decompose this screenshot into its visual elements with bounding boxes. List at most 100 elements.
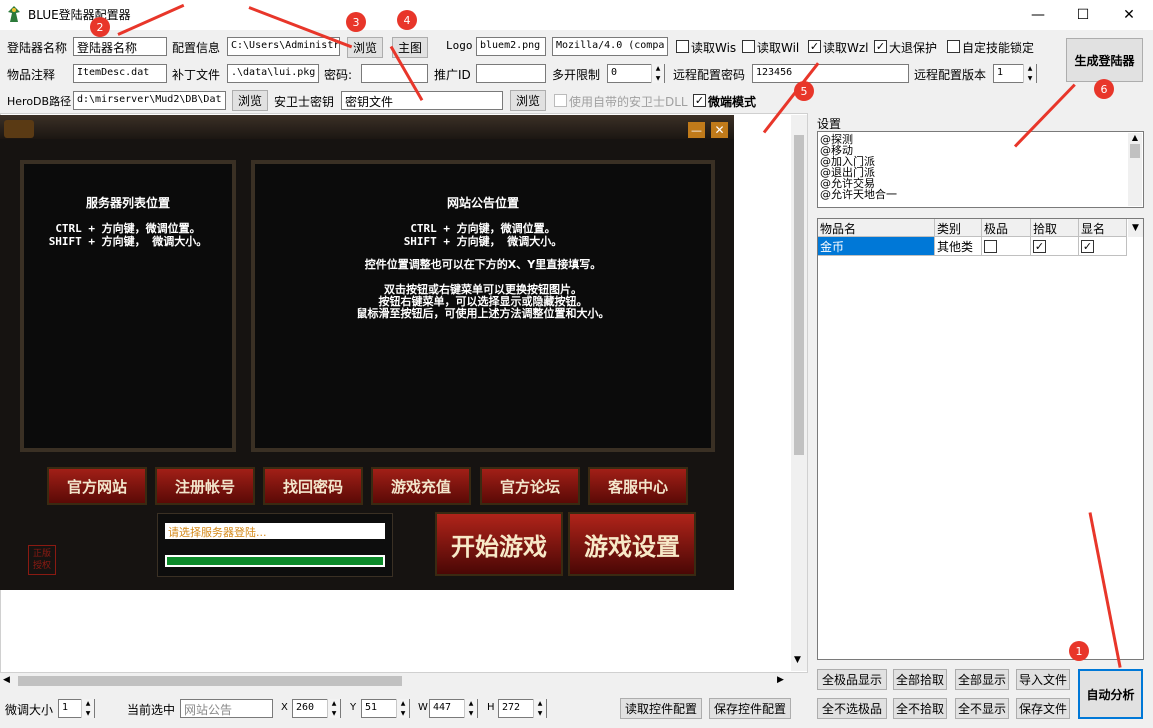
show-checkbox[interactable]: ✓ xyxy=(1081,240,1094,253)
maximize-button[interactable]: ☐ xyxy=(1060,0,1106,30)
annotation-marker-6: 6 xyxy=(1094,79,1114,99)
settings-scroll-thumb[interactable] xyxy=(1130,144,1140,158)
game-settings-button[interactable]: 游戏设置 xyxy=(568,512,696,576)
vertical-scrollbar[interactable]: ▼ xyxy=(791,115,807,671)
config-info-label: 配置信息 xyxy=(172,41,221,55)
grid-header-pickup[interactable]: 拾取 xyxy=(1031,219,1079,237)
config-browse-button[interactable]: 浏览 xyxy=(347,37,383,58)
read-wil-checkbox[interactable] xyxy=(742,40,755,53)
password-input[interactable] xyxy=(361,64,428,83)
import-file-button[interactable]: 导入文件 xyxy=(1016,669,1070,690)
grid-cell-item-name[interactable]: 金币 xyxy=(818,237,935,256)
save-config-button[interactable]: 保存控件配置 xyxy=(709,698,791,719)
big-exit-checkbox[interactable]: ✓ xyxy=(874,40,887,53)
grid-header-show[interactable]: 显名 xyxy=(1079,219,1127,237)
notice-panel[interactable]: 网站公告位置 CTRL + 方向键，微调位置。 SHIFT + 方向键， 微调大… xyxy=(251,160,715,452)
settings-scrollbar[interactable]: ▲ xyxy=(1128,133,1142,206)
remote-ver-label: 远程配置版本 xyxy=(914,68,987,82)
grid-cell-category[interactable]: 其他类 xyxy=(935,237,982,256)
annotation-marker-2: 2 xyxy=(90,17,110,37)
all-show-button[interactable]: 全部显示 xyxy=(955,669,1009,690)
auto-analyze-button[interactable]: 自动分析 xyxy=(1078,669,1143,719)
remote-pwd-input[interactable]: 123456 xyxy=(752,64,909,83)
recover-password-button[interactable]: 找回密码 xyxy=(263,467,363,505)
launcher-minimize-icon[interactable]: — xyxy=(688,122,705,138)
grid-header-rare[interactable]: 极品 xyxy=(982,219,1031,237)
scroll-down-icon[interactable]: ▼ xyxy=(794,655,801,665)
item-note-input[interactable]: ItemDesc.dat xyxy=(73,64,167,83)
promo-id-input[interactable] xyxy=(476,64,546,83)
grid-cell-show[interactable]: ✓ xyxy=(1079,237,1127,256)
logo-label: Logo xyxy=(446,39,473,52)
use-dll-checkbox[interactable] xyxy=(554,94,567,107)
official-site-button[interactable]: 官方网站 xyxy=(47,467,147,505)
rare-checkbox[interactable] xyxy=(984,240,997,253)
scroll-up-icon[interactable]: ▲ xyxy=(1128,133,1142,142)
read-config-button[interactable]: 读取控件配置 xyxy=(620,698,702,719)
guard-key-label: 安卫士密钥 xyxy=(274,95,335,109)
none-show-button[interactable]: 全不显示 xyxy=(955,698,1009,719)
all-rare-show-button[interactable]: 全极品显示 xyxy=(817,669,887,690)
grid-header-category[interactable]: 类别 xyxy=(935,219,982,237)
settings-list[interactable]: @探测 @移动 @加入门派 @退出门派 @允许交易 @允许天地合一 ▲ xyxy=(817,131,1144,208)
all-pickup-button[interactable]: 全部拾取 xyxy=(893,669,947,690)
notice-line6: 鼠标滑至按钮后，可使用上述方法调整位置和大小。 xyxy=(356,307,610,320)
minimize-button[interactable]: — xyxy=(1015,0,1061,30)
x-spinner[interactable]: ▲ ▼ xyxy=(327,699,340,718)
config-info-input[interactable]: C:\Users\Administr xyxy=(227,37,340,56)
scroll-left-icon[interactable]: ◀ xyxy=(3,675,10,685)
remote-ver-spinner[interactable]: ▲ ▼ xyxy=(1023,64,1036,83)
settings-item[interactable]: @允许天地合一 xyxy=(820,189,1141,200)
grid-header-name[interactable]: 物品名 xyxy=(818,219,935,237)
start-game-button[interactable]: 开始游戏 xyxy=(435,512,563,576)
annotation-marker-5: 5 xyxy=(794,81,814,101)
fine-tune-spinner[interactable]: ▲ ▼ xyxy=(81,699,94,718)
guard-key-input[interactable]: 密钥文件 xyxy=(341,91,503,110)
register-button[interactable]: 注册帐号 xyxy=(155,467,255,505)
generate-launcher-button[interactable]: 生成登陆器 xyxy=(1066,38,1143,82)
big-exit-label: 大退保护 xyxy=(889,41,938,55)
promo-id-label: 推广ID xyxy=(434,68,471,82)
annotation-marker-1: 1 xyxy=(1069,641,1089,661)
all-not-rare-button[interactable]: 全不选极品 xyxy=(817,698,887,719)
custom-skill-checkbox[interactable] xyxy=(947,40,960,53)
micro-mode-checkbox[interactable]: ✓ xyxy=(693,94,706,107)
scroll-right-icon[interactable]: ▶ xyxy=(777,675,784,685)
server-list-line2: SHIFT + 方向键， 微调大小。 xyxy=(48,235,208,248)
item-grid[interactable] xyxy=(817,218,1144,660)
read-wil-label: 读取Wil xyxy=(757,41,800,55)
launcher-name-input[interactable]: 登陆器名称 xyxy=(73,37,167,56)
grid-cell-rare[interactable] xyxy=(982,237,1031,256)
horizontal-scrollbar[interactable]: ◀ ▶ xyxy=(0,673,790,689)
selected-input[interactable]: 网站公告 xyxy=(180,699,273,718)
pickup-checkbox[interactable]: ✓ xyxy=(1033,240,1046,253)
support-button[interactable]: 客服中心 xyxy=(588,467,688,505)
settings-item[interactable]: @探测 xyxy=(820,134,1141,145)
server-list-panel[interactable]: 服务器列表位置 CTRL + 方向键，微调位置。 SHIFT + 方向键， 微调… xyxy=(20,160,236,452)
forum-button[interactable]: 官方论坛 xyxy=(480,467,580,505)
launcher-close-icon[interactable]: ✕ xyxy=(711,122,728,138)
patch-file-input[interactable]: .\data\lui.pkg xyxy=(227,64,319,83)
user-agent-input[interactable]: Mozilla/4.0 (compa xyxy=(552,37,668,56)
none-pickup-button[interactable]: 全不拾取 xyxy=(893,698,947,719)
herodb-browse-button[interactable]: 浏览 xyxy=(232,90,268,111)
multi-limit-spinner[interactable]: ▲ ▼ xyxy=(651,64,664,83)
close-button[interactable]: ✕ xyxy=(1106,0,1152,30)
read-wis-checkbox[interactable] xyxy=(676,40,689,53)
vertical-scroll-thumb[interactable] xyxy=(794,135,804,455)
guard-browse-button[interactable]: 浏览 xyxy=(510,90,546,111)
y-spinner[interactable]: ▲ ▼ xyxy=(396,699,409,718)
save-file-button[interactable]: 保存文件 xyxy=(1016,698,1070,719)
grid-scroll-down-icon[interactable]: ▼ xyxy=(1128,219,1143,237)
logo-input[interactable]: bluem2.png xyxy=(476,37,546,56)
h-spinner[interactable]: ▲ ▼ xyxy=(533,699,546,718)
w-spinner[interactable]: ▲ ▼ xyxy=(464,699,477,718)
grid-cell-pickup[interactable]: ✓ xyxy=(1031,237,1079,256)
fine-tune-label: 微调大小 xyxy=(5,703,54,717)
read-wzl-checkbox[interactable]: ✓ xyxy=(808,40,821,53)
herodb-input[interactable]: d:\mirserver\Mud2\DB\Dat xyxy=(73,91,226,110)
recharge-button[interactable]: 游戏充值 xyxy=(371,467,471,505)
horizontal-scroll-thumb[interactable] xyxy=(18,676,402,686)
notice-title: 网站公告位置 xyxy=(446,196,519,210)
progress-fill xyxy=(167,557,383,565)
